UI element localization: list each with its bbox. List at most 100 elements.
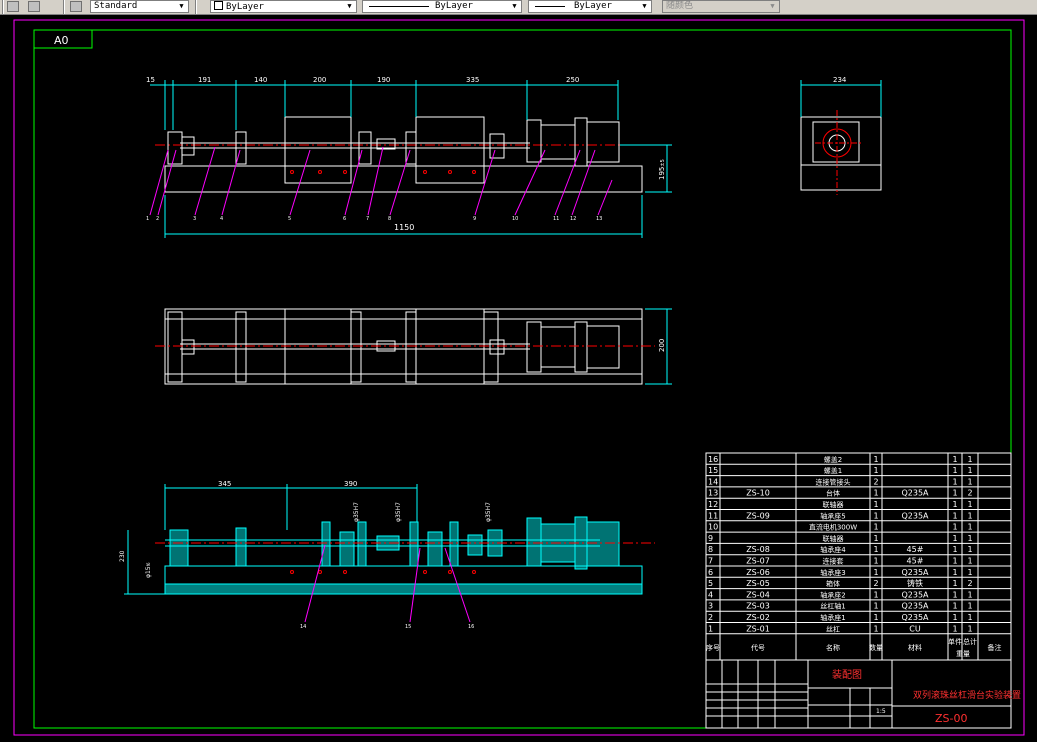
side-view: [800, 110, 882, 195]
bom-cell-w2: 1: [967, 545, 972, 554]
drawing-name: 装配图: [832, 668, 862, 681]
top-view: [155, 308, 655, 385]
bom-cell-w2: 1: [967, 602, 972, 611]
dim-label: 200: [313, 76, 326, 84]
bom-cell-qty: 2: [873, 477, 878, 486]
section-dia-label: φ15f6: [145, 562, 152, 578]
bom-cell-name: 轴承座1: [820, 613, 845, 622]
fit-label: φ35H7: [485, 502, 492, 522]
section-balloons: 14 15 16: [300, 624, 474, 630]
bom-cell-no: 16: [708, 455, 718, 464]
bom-cell-material: Q235A: [901, 568, 929, 577]
bom-cell-material: 45#: [907, 557, 924, 566]
box-body-1: [284, 116, 352, 184]
bom-cell-w2: 1: [967, 590, 972, 599]
svg-text:14: 14: [300, 624, 306, 630]
bom-cell-material: Q235A: [901, 613, 929, 622]
bom-cell-qty: 1: [873, 500, 878, 509]
drawing-canvas[interactable]: A0 15 191 140 200 190 335 250 1150 195±5…: [0, 0, 1037, 742]
bom-cell-material: 铸铁: [907, 578, 923, 588]
bom-cell-name: 丝杠轴1: [820, 602, 845, 611]
bom-cell-name: 联轴器: [823, 500, 844, 509]
bom-cell-w1: 1: [952, 534, 957, 543]
bom-cell-code: ZS-06: [746, 568, 770, 577]
bom-header-code: 代号: [751, 643, 765, 652]
bom-cell-name: 轴承座4: [820, 545, 846, 554]
bom-cell-name: 台体: [826, 489, 840, 498]
bom-header-weight: 重量: [956, 650, 970, 658]
bom-cell-w2: 1: [967, 624, 972, 633]
bom-cell-no: 3: [708, 602, 713, 611]
bom-cell-name: 螺盖2: [824, 455, 842, 464]
bom-cell-w1: 1: [952, 590, 957, 599]
bom-cell-w2: 1: [967, 613, 972, 622]
bom-cell-w1: 1: [952, 624, 957, 633]
svg-text:6: 6: [343, 216, 346, 222]
front-view: [155, 116, 655, 193]
bom-cell-qty: 1: [873, 511, 878, 520]
bom-cell-qty: 1: [873, 602, 878, 611]
bom-cell-no: 9: [708, 534, 713, 543]
section-height-label: 230: [119, 550, 126, 562]
svg-text:7: 7: [366, 216, 369, 222]
svg-text:1: 1: [146, 216, 149, 222]
bom-cell-w2: 1: [967, 477, 972, 486]
front-leaders: [149, 146, 613, 216]
bom-cell-w2: 1: [967, 511, 972, 520]
bom-cell-material: Q235A: [901, 602, 929, 611]
bom-cell-code: ZS-10: [746, 489, 770, 498]
bom-cell-material: Q235A: [901, 511, 929, 520]
dim-label: 390: [344, 480, 357, 488]
bom-header-qty: 数量: [869, 643, 883, 652]
bom-cell-no: 2: [708, 613, 713, 622]
bom-cell-code: ZS-01: [746, 624, 770, 633]
bom-cell-qty: 1: [873, 523, 878, 532]
bom-cell-w1: 1: [952, 545, 957, 554]
height-dim-label: 195±5: [658, 159, 666, 180]
bom-cell-name: 轴承座2: [820, 590, 845, 599]
bom-header-material: 材料: [908, 643, 922, 652]
bom-cell-no: 13: [708, 489, 718, 498]
bearing-block-1: [167, 131, 183, 165]
svg-text:5: 5: [288, 216, 291, 222]
svg-text:12: 12: [570, 216, 576, 222]
dim-label: 345: [218, 480, 231, 488]
bom-cell-w2: 1: [967, 466, 972, 475]
bom-cell-name: 连接套: [823, 557, 844, 566]
bom-header-no: 序号: [706, 643, 720, 652]
nut: [181, 136, 195, 156]
bom-header-name: 名称: [826, 643, 840, 652]
dim-label: 15: [146, 76, 155, 84]
bom-cell-name: 箱体: [826, 579, 840, 588]
bom-cell-w2: 1: [967, 523, 972, 532]
bom-cell-name: 直流电机300W: [809, 523, 857, 532]
bom-cell-qty: 1: [873, 613, 878, 622]
bom-cell-no: 6: [708, 568, 713, 577]
bom-cell-name: 螺盖1: [824, 466, 842, 475]
bom-cell-code: ZS-08: [746, 545, 770, 554]
dim-label: 190: [377, 76, 390, 84]
dim-label: 250: [566, 76, 579, 84]
bom-cell-no: 10: [708, 523, 718, 532]
bom-cell-no: 11: [708, 511, 718, 520]
bom-cell-no: 5: [708, 579, 713, 588]
svg-text:11: 11: [553, 216, 559, 222]
bom-cell-w1: 1: [952, 523, 957, 532]
bom-cell-w1: 1: [952, 579, 957, 588]
bom-cell-code: ZS-02: [746, 613, 770, 622]
bom-cell-name: 轴承座3: [820, 568, 845, 577]
bom-cell-material: Q235A: [901, 590, 929, 599]
bom-cell-code: ZS-09: [746, 511, 770, 520]
bom-cell-w1: 1: [952, 568, 957, 577]
bom-cell-no: 4: [708, 590, 713, 599]
bom-cell-w2: 1: [967, 455, 972, 464]
bom-cell-w2: 1: [967, 568, 972, 577]
bom-cell-no: 12: [708, 500, 718, 509]
drawing-number: ZS-00: [935, 712, 967, 725]
svg-text:10: 10: [512, 216, 518, 222]
side-width-label: 234: [833, 76, 847, 84]
svg-text:16: 16: [468, 624, 474, 630]
bom-cell-name: 连接管接头: [816, 477, 851, 486]
bom-cell-w2: 1: [967, 500, 972, 509]
sheet-inner-border: [33, 29, 1012, 729]
